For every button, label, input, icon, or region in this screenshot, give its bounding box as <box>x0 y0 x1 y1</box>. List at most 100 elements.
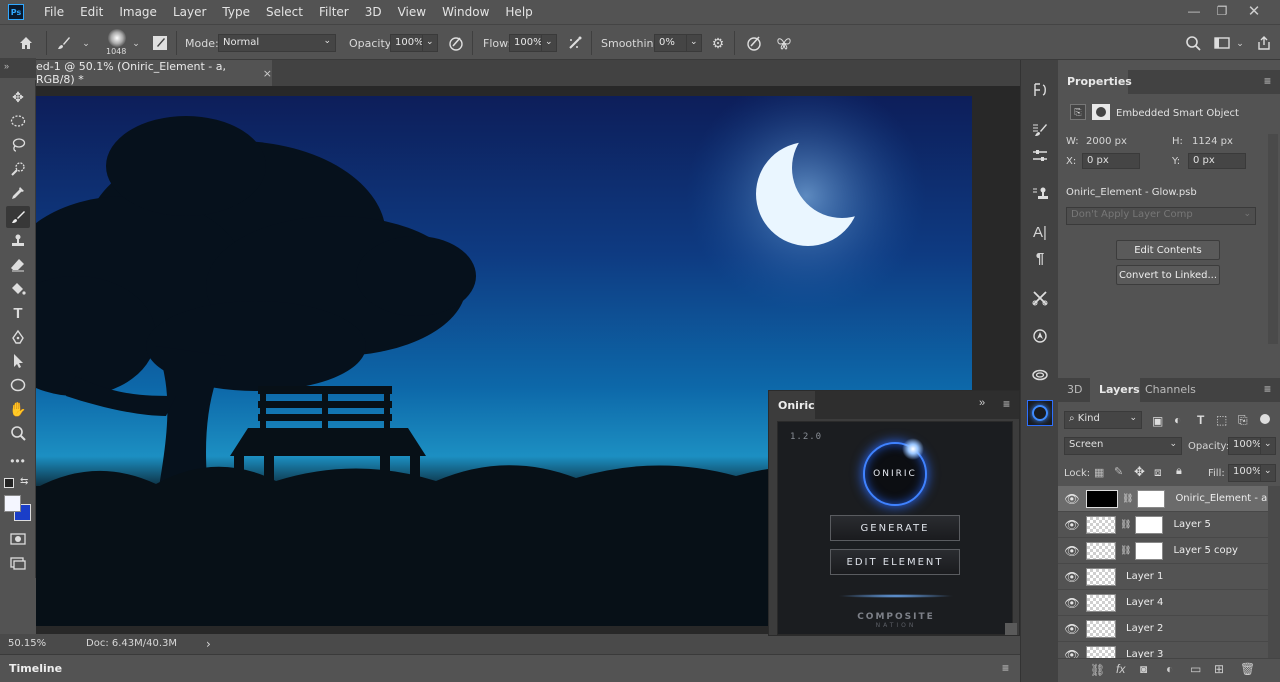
convert-to-linked-button[interactable]: Convert to Linked... <box>1116 265 1220 285</box>
layer-opacity-chevron-icon[interactable]: ⌄ <box>1260 437 1276 455</box>
minimize-icon[interactable]: — <box>1180 0 1208 22</box>
filter-shape-icon[interactable]: ⬚ <box>1216 413 1227 427</box>
flow-chevron-icon[interactable]: ⌄ <box>541 34 557 52</box>
x-position-input[interactable]: 0 px <box>1082 153 1140 169</box>
oniric-tab[interactable]: Oniric <box>778 399 815 412</box>
type-tool-icon[interactable]: T <box>6 302 30 324</box>
visibility-eye-icon[interactable]: 👁︎ <box>1058 544 1086 558</box>
brush-settings-icon[interactable] <box>1030 120 1050 140</box>
layer-name[interactable]: Layer 5 <box>1173 519 1210 530</box>
workspace-chevron-icon[interactable]: ⌄ <box>1230 33 1250 53</box>
blend-mode-select[interactable]: Screen ⌄ <box>1064 437 1182 455</box>
menu-view[interactable]: View <box>390 0 434 24</box>
swap-colors-icon[interactable]: ⇆ <box>20 476 28 487</box>
fill-input[interactable]: 100% <box>1228 464 1262 482</box>
close-tab-icon[interactable]: × <box>263 67 272 80</box>
document-tab[interactable]: ed-1 @ 50.1% (Oniric_Element - a, RGB/8)… <box>36 60 272 86</box>
oniric-panel-icon[interactable] <box>1027 400 1053 426</box>
quick-mask-icon[interactable] <box>6 528 30 550</box>
visibility-eye-icon[interactable]: 👁︎ <box>1058 518 1086 532</box>
layer-name[interactable]: Layer 5 copy <box>1173 545 1237 556</box>
timeline-tab[interactable]: Timeline <box>9 662 62 675</box>
flow-input[interactable]: 100% <box>509 34 543 52</box>
lock-position-icon[interactable]: ✥ <box>1134 464 1145 480</box>
default-colors-icon[interactable] <box>4 478 14 488</box>
generate-button[interactable]: GENERATE <box>830 515 960 541</box>
panel-menu-icon[interactable]: ≡ <box>1264 382 1271 396</box>
stamp-tool-icon[interactable] <box>6 230 30 252</box>
eyedropper-tool-icon[interactable] <box>6 182 30 204</box>
butterfly-symmetry-icon[interactable] <box>774 33 794 53</box>
visibility-eye-icon[interactable]: 👁︎ <box>1058 570 1086 584</box>
share-icon[interactable] <box>1254 33 1274 53</box>
layer-name[interactable]: Layer 4 <box>1126 597 1163 608</box>
tab-channels[interactable]: Channels <box>1137 378 1204 402</box>
filter-adjustment-icon[interactable]: ◐ <box>1174 413 1181 427</box>
tab-3d[interactable]: 3D <box>1059 378 1090 402</box>
more-tools-icon[interactable]: ••• <box>6 450 30 472</box>
layer-row[interactable]: 👁︎ Layer 4 <box>1058 590 1268 616</box>
tool-presets-icon[interactable] <box>1030 288 1050 308</box>
marquee-tool-icon[interactable] <box>6 110 30 132</box>
layer-row[interactable]: 👁︎ Layer 3 <box>1058 642 1268 658</box>
menu-image[interactable]: Image <box>111 0 165 24</box>
gear-icon[interactable]: ⚙ <box>708 33 728 53</box>
pen-tool-icon[interactable] <box>6 326 30 348</box>
add-mask-icon[interactable]: ◙ <box>1140 662 1147 676</box>
menu-help[interactable]: Help <box>497 0 540 24</box>
path-selection-tool-icon[interactable] <box>6 350 30 372</box>
adjustment-layer-icon[interactable]: ◐ <box>1166 662 1173 676</box>
panel-menu-icon[interactable]: ≡ <box>1002 661 1009 675</box>
brush-settings-icon[interactable] <box>150 33 170 53</box>
history-icon[interactable] <box>1030 80 1050 100</box>
layer-row[interactable]: 👁︎ Layer 1 <box>1058 564 1268 590</box>
brush-tool-icon[interactable] <box>54 33 74 53</box>
filter-smart-object-icon[interactable]: ⎘ <box>1238 413 1248 428</box>
lasso-tool-icon[interactable] <box>6 134 30 156</box>
filter-type-icon[interactable]: T <box>1197 413 1204 427</box>
brush-preview-icon[interactable] <box>108 29 126 47</box>
visibility-eye-icon[interactable]: 👁︎ <box>1058 648 1086 659</box>
resize-handle[interactable] <box>1005 623 1017 635</box>
y-position-input[interactable]: 0 px <box>1188 153 1246 169</box>
layer-filter-kind-select[interactable]: ⌕ Kind ⌄ <box>1064 411 1142 429</box>
layer-name[interactable]: Layer 1 <box>1126 571 1163 582</box>
paint-bucket-tool-icon[interactable] <box>6 278 30 300</box>
edit-contents-button[interactable]: Edit Contents <box>1116 240 1220 260</box>
edit-element-button[interactable]: EDIT ELEMENT <box>830 549 960 575</box>
fx-icon[interactable]: fx <box>1116 662 1125 676</box>
properties-scrollbar[interactable] <box>1268 134 1278 344</box>
menu-type[interactable]: Type <box>214 0 258 24</box>
close-icon[interactable]: ✕ <box>1240 0 1268 22</box>
ellipse-tool-icon[interactable] <box>6 374 30 396</box>
hand-tool-icon[interactable]: ✋ <box>6 398 30 420</box>
layers-scrollbar[interactable] <box>1268 486 1280 658</box>
layer-row[interactable]: 👁︎ ⛓ Layer 5 <box>1058 512 1268 538</box>
brush-tool-icon[interactable] <box>6 206 30 228</box>
layer-mask-icon[interactable] <box>1092 104 1110 120</box>
fill-chevron-icon[interactable]: ⌄ <box>1260 464 1276 482</box>
screen-mode-icon[interactable] <box>6 552 30 574</box>
smoothing-input[interactable]: 0% <box>654 34 686 52</box>
navigator-icon[interactable] <box>1030 326 1050 346</box>
menu-filter[interactable]: Filter <box>311 0 357 24</box>
visibility-eye-icon[interactable]: 👁︎ <box>1058 596 1086 610</box>
opacity-chevron-icon[interactable]: ⌄ <box>422 34 438 52</box>
layer-opacity-input[interactable]: 100% <box>1228 437 1262 455</box>
move-tool-icon[interactable]: ✥ <box>6 86 30 108</box>
menu-window[interactable]: Window <box>434 0 497 24</box>
menu-file[interactable]: File <box>36 0 72 24</box>
filter-toggle-icon[interactable] <box>1260 414 1270 424</box>
collapse-icon[interactable]: » <box>979 397 985 409</box>
smoothing-chevron-icon[interactable]: ⌄ <box>686 34 702 52</box>
workspace-icon[interactable] <box>1212 33 1232 53</box>
pressure-size-icon[interactable] <box>744 33 764 53</box>
new-group-icon[interactable]: ▭ <box>1190 662 1201 676</box>
home-icon[interactable] <box>16 33 36 53</box>
creative-cloud-icon[interactable] <box>1030 364 1050 384</box>
foreground-color-swatch[interactable] <box>4 495 21 512</box>
mode-select[interactable]: Normal ⌄ <box>218 34 336 52</box>
airbrush-icon[interactable] <box>565 33 585 53</box>
pressure-opacity-icon[interactable] <box>446 33 466 53</box>
layer-row[interactable]: 👁︎ ⛓ Oniric_Element - a <box>1058 486 1268 512</box>
